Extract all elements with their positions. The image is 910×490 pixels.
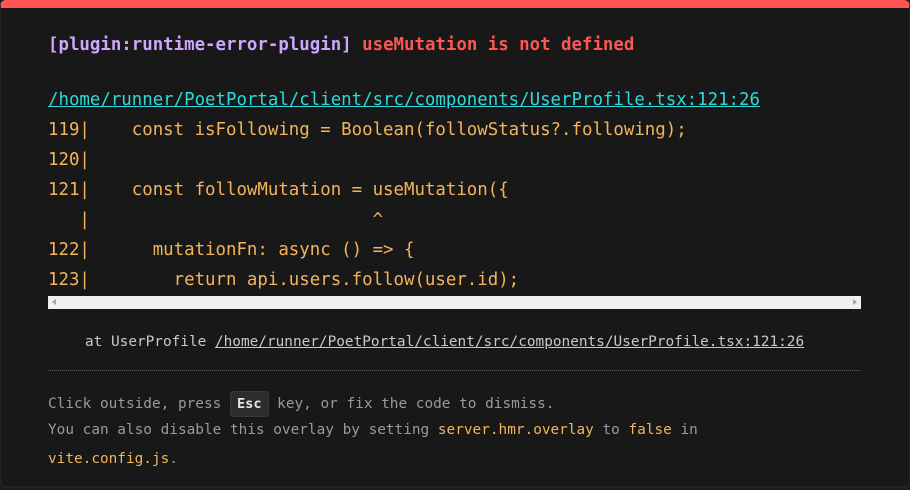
overlay-config-tip: You can also disable this overlay by set… — [48, 420, 698, 440]
error-message: [plugin:runtime-error-plugin] useMutatio… — [48, 34, 634, 56]
tip-text: Click outside, press — [48, 396, 230, 412]
stack-file-link[interactable]: /home/runner/PoetPortal/client/src/compo… — [215, 334, 804, 350]
esc-key: Esc — [229, 391, 269, 417]
code-frame-line: 119| const isFollowing = Boolean(followS… — [48, 120, 687, 140]
setting-value: false — [628, 422, 672, 438]
code-frame-line: 123| return api.users.follow(user.id); — [48, 270, 520, 290]
plugin-label: [plugin:runtime-error-plugin] — [48, 35, 352, 55]
tip-text: You can also disable this overlay by set… — [48, 422, 438, 438]
stack-prefix: at UserProfile — [85, 334, 215, 350]
divider — [48, 370, 861, 371]
config-file-tip: vite.config.js. — [48, 449, 178, 469]
code-frame-line: 120| — [48, 150, 90, 170]
code-frame: 119| const isFollowing = Boolean(followS… — [48, 116, 861, 296]
config-file-name: vite.config.js — [48, 451, 170, 467]
tip-text: in — [671, 422, 698, 438]
dismiss-tip: Click outside, press Esc key, or fix the… — [48, 391, 554, 417]
error-text: useMutation is not defined — [362, 35, 635, 55]
scroll-right-icon[interactable] — [853, 299, 857, 305]
code-frame-line: 121| const followMutation = useMutation(… — [48, 180, 509, 200]
code-frame-scrollbar[interactable] — [48, 296, 861, 309]
code-frame-line: | ^ — [48, 210, 384, 230]
error-file-link[interactable]: /home/runner/PoetPortal/client/src/compo… — [48, 89, 760, 111]
tip-text: to — [593, 422, 629, 438]
setting-name: server.hmr.overlay — [437, 422, 594, 438]
code-frame-line: 122| mutationFn: async () => { — [48, 240, 415, 260]
scroll-left-icon[interactable] — [52, 299, 56, 305]
tip-text: key, or fix the code to dismiss. — [268, 396, 555, 412]
tip-text: . — [169, 451, 178, 467]
error-overlay: [plugin:runtime-error-plugin] useMutatio… — [0, 0, 910, 488]
stack-trace: at UserProfile /home/runner/PoetPortal/c… — [85, 332, 804, 352]
